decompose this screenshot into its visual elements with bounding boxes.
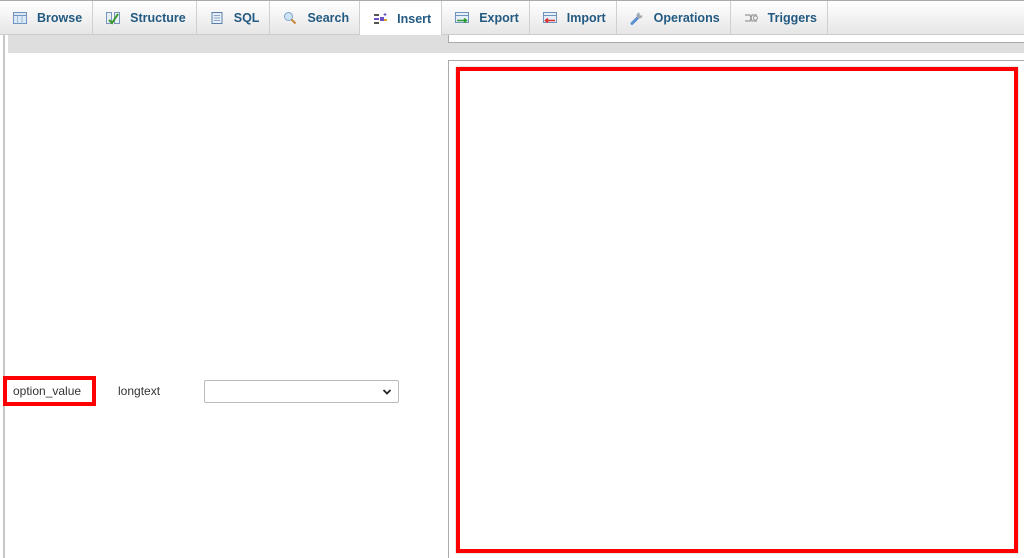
- import-icon: [542, 10, 558, 26]
- tab-label: Import: [566, 10, 606, 25]
- tab-label: Search: [307, 10, 350, 25]
- operations-icon: [629, 10, 645, 26]
- triggers-icon: [743, 10, 759, 26]
- tab-label: Operations: [653, 10, 720, 25]
- sql-icon: [209, 10, 225, 26]
- insert-icon: [372, 11, 388, 27]
- tab-export[interactable]: Export: [442, 1, 530, 34]
- structure-icon: [105, 10, 121, 26]
- function-select[interactable]: [204, 380, 399, 403]
- value-textarea-highlighted[interactable]: [456, 67, 1018, 553]
- tab-operations[interactable]: Operations: [617, 1, 731, 34]
- tab-label: Structure: [130, 10, 186, 25]
- browse-icon: [12, 10, 28, 26]
- tab-label: Triggers: [767, 10, 817, 25]
- tab-structure[interactable]: Structure: [93, 1, 197, 34]
- tab-browse[interactable]: Browse: [0, 1, 94, 34]
- chevron-down-icon: [382, 388, 392, 395]
- table-tab-bar: Browse Structure SQL Search Insert Expor…: [0, 0, 1024, 37]
- tab-insert[interactable]: Insert: [360, 1, 443, 37]
- tab-label: SQL: [233, 10, 260, 25]
- column-type: longtext: [118, 384, 161, 398]
- export-icon: [454, 10, 470, 26]
- sub-toolbar-panel: [448, 35, 1024, 43]
- tab-label: Export: [479, 10, 519, 25]
- tab-search[interactable]: Search: [270, 1, 361, 34]
- tab-label: Browse: [37, 10, 83, 25]
- column-name-highlighted: option_value: [3, 376, 96, 406]
- tab-sql[interactable]: SQL: [197, 1, 271, 34]
- tab-triggers[interactable]: Triggers: [731, 1, 828, 34]
- page-left-border: [3, 0, 5, 558]
- tab-label: Insert: [397, 11, 432, 26]
- search-icon: [282, 10, 298, 26]
- tab-import[interactable]: Import: [530, 1, 617, 34]
